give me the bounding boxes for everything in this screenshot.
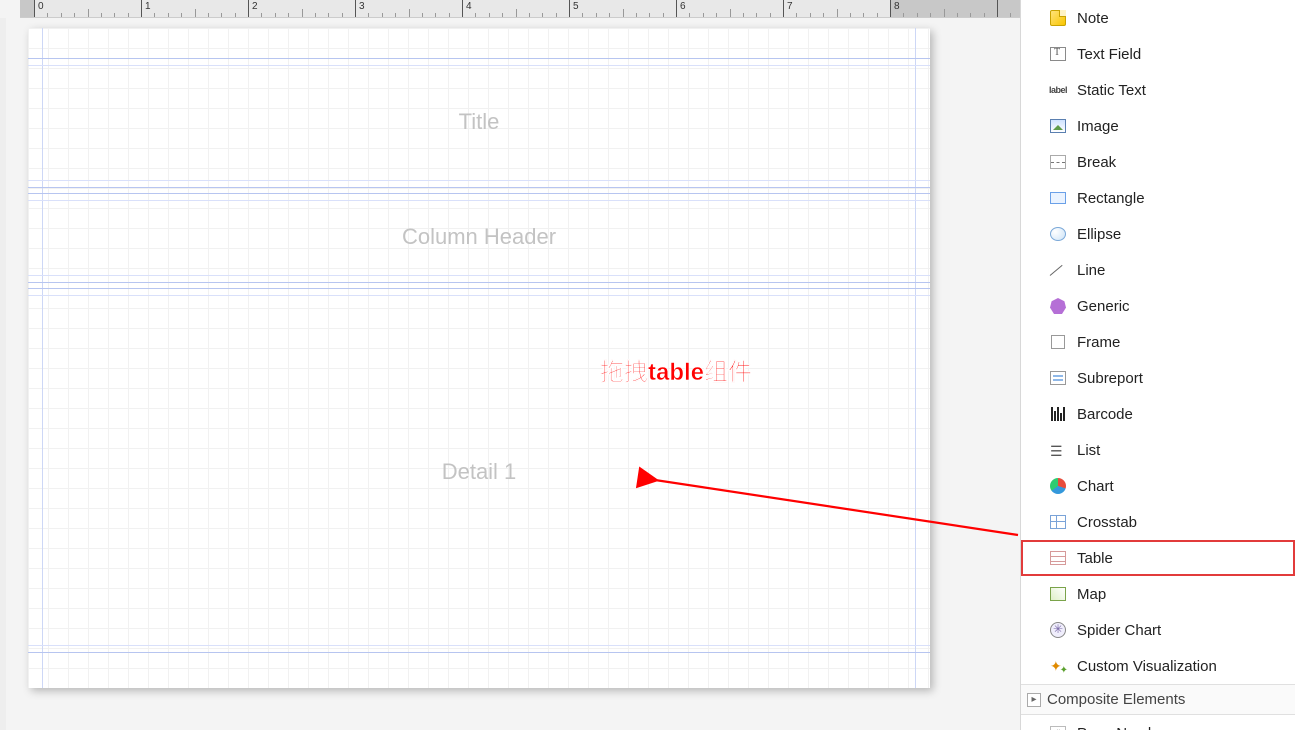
palette-item-list[interactable]: List [1021, 432, 1295, 468]
palette-item-label: Custom Visualization [1077, 658, 1217, 675]
vertical-ruler [0, 18, 6, 730]
palette-item-statictext[interactable]: label Static Text [1021, 72, 1295, 108]
detail-band-label: Detail 1 [28, 459, 930, 485]
pagenumber-icon [1049, 724, 1067, 730]
palette-item-break[interactable]: Break [1021, 144, 1295, 180]
palette-item-subreport[interactable]: Subreport [1021, 360, 1295, 396]
design-canvas[interactable]: 012345678 Title Column Header Detail 1 拖… [0, 0, 1020, 730]
rectangle-icon [1049, 189, 1067, 207]
table-icon [1049, 549, 1067, 567]
break-icon [1049, 153, 1067, 171]
palette-item-generic[interactable]: Generic [1021, 288, 1295, 324]
palette-item-label: Note [1077, 10, 1109, 27]
palette-item-label: Map [1077, 586, 1106, 603]
palette-item-textfield[interactable]: Text Field [1021, 36, 1295, 72]
palette-item-spiderchart[interactable]: Spider Chart [1021, 612, 1295, 648]
map-icon [1049, 585, 1067, 603]
palette-item-ellipse[interactable]: Ellipse [1021, 216, 1295, 252]
customviz-icon [1049, 657, 1067, 675]
palette-item-image[interactable]: Image [1021, 108, 1295, 144]
column-header-band-label: Column Header [28, 224, 930, 250]
horizontal-ruler: 012345678 [20, 0, 1020, 18]
chart-icon [1049, 477, 1067, 495]
palette-item-label: Crosstab [1077, 514, 1137, 531]
palette-item-line[interactable]: Line [1021, 252, 1295, 288]
image-icon [1049, 117, 1067, 135]
barcode-icon [1049, 405, 1067, 423]
palette-item-customviz[interactable]: Custom Visualization [1021, 648, 1295, 684]
generic-icon [1049, 297, 1067, 315]
palette-item-barcode[interactable]: Barcode [1021, 396, 1295, 432]
list-icon [1049, 441, 1067, 459]
palette-item-label: Subreport [1077, 370, 1143, 387]
ellipse-icon [1049, 225, 1067, 243]
palette-section-label: Composite Elements [1047, 691, 1185, 708]
palette-item-label: Break [1077, 154, 1116, 171]
line-icon [1049, 261, 1067, 279]
palette-item-label: Generic [1077, 298, 1130, 315]
statictext-icon: label [1049, 81, 1067, 99]
frame-icon [1049, 333, 1067, 351]
palette-item-crosstab[interactable]: Crosstab [1021, 504, 1295, 540]
palette-item-frame[interactable]: Frame [1021, 324, 1295, 360]
palette-item-table[interactable]: Table [1021, 540, 1295, 576]
palette-item-label: List [1077, 442, 1100, 459]
palette-item-label: Frame [1077, 334, 1120, 351]
palette-item-map[interactable]: Map [1021, 576, 1295, 612]
detail-band[interactable]: Detail 1 [28, 288, 930, 653]
palette-item-label: Chart [1077, 478, 1114, 495]
palette-item-pagenumber[interactable]: Page Number [1021, 715, 1295, 730]
palette-item-rectangle[interactable]: Rectangle [1021, 180, 1295, 216]
note-icon [1049, 9, 1067, 27]
palette-item-label: Static Text [1077, 82, 1146, 99]
crosstab-icon [1049, 513, 1067, 531]
element-palette: Note Text Field label Static Text Image … [1020, 0, 1295, 730]
palette-item-label: Barcode [1077, 406, 1133, 423]
palette-item-label: Image [1077, 118, 1119, 135]
title-band[interactable]: Title [28, 58, 930, 188]
palette-item-label: Table [1077, 550, 1113, 567]
palette-item-label: Spider Chart [1077, 622, 1161, 639]
palette-item-label: Rectangle [1077, 190, 1145, 207]
palette-section-composite[interactable]: ▸ Composite Elements [1021, 684, 1295, 715]
report-page[interactable]: Title Column Header Detail 1 [28, 28, 930, 688]
spiderchart-icon [1049, 621, 1067, 639]
annotation-text: 拖拽table组件 [600, 352, 752, 387]
palette-item-label: Ellipse [1077, 226, 1121, 243]
subreport-icon [1049, 369, 1067, 387]
textfield-icon [1049, 45, 1067, 63]
palette-item-note[interactable]: Note [1021, 0, 1295, 36]
palette-item-label: Text Field [1077, 46, 1141, 63]
expand-icon: ▸ [1027, 693, 1041, 707]
title-band-label: Title [28, 109, 930, 135]
column-header-band[interactable]: Column Header [28, 193, 930, 283]
palette-item-label: Line [1077, 262, 1105, 279]
palette-item-label: Page Number [1077, 725, 1170, 730]
palette-item-chart[interactable]: Chart [1021, 468, 1295, 504]
